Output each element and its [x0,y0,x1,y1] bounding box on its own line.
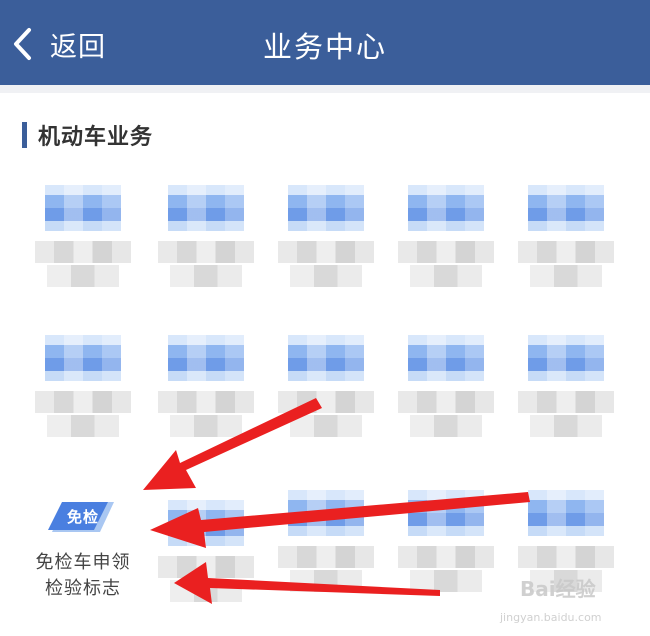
service-tile-blurred[interactable] [158,500,254,610]
service-label-blurred [410,265,482,287]
watermark-sub: jingyan.baidu.com [500,611,602,624]
section-accent-bar [22,122,27,148]
exempt-tile-label-line1: 免检车申领 [35,552,131,573]
service-label-blurred [398,546,494,568]
service-tile-blurred[interactable] [398,335,494,445]
service-label-blurred [170,580,242,602]
service-label-blurred [290,570,362,592]
service-label-blurred [158,556,254,578]
service-icon [408,490,484,536]
service-icon [408,335,484,381]
service-tile-blurred[interactable] [518,185,614,295]
watermark-main: Bai经验 [520,577,596,601]
service-icon [528,185,604,231]
watermark: Bai经验 jingyan.baidu.com [500,573,640,633]
service-label-blurred [170,415,242,437]
service-label-blurred [47,415,119,437]
service-label-blurred [518,241,614,263]
service-icon [168,185,244,231]
service-tile-blurred[interactable] [278,490,374,600]
service-icon [168,500,244,546]
service-icon [45,185,121,231]
service-label-blurred [278,546,374,568]
service-icon [45,335,121,381]
section-header: 机动车业务 [22,120,153,150]
service-icon [408,185,484,231]
service-icon [288,185,364,231]
service-tile-blurred[interactable] [518,335,614,445]
service-tile-blurred[interactable] [398,185,494,295]
top-navigation-bar: 返回 业务中心 [0,0,650,85]
service-label-blurred [158,391,254,413]
service-label-blurred [518,391,614,413]
section-title: 机动车业务 [38,125,154,150]
service-label-blurred [278,241,374,263]
exempt-tile-label-line2: 检验标志 [45,578,121,599]
service-label-blurred [35,241,131,263]
service-label-blurred [47,265,119,287]
service-icon [168,335,244,381]
service-tile-blurred[interactable] [35,335,131,445]
service-tile-blurred[interactable] [158,185,254,295]
exempt-badge-text: 免检 [66,508,99,526]
service-tile-blurred[interactable] [398,490,494,600]
service-icon [528,335,604,381]
service-icon [288,335,364,381]
service-label-blurred [290,265,362,287]
service-label-blurred [398,241,494,263]
service-icon [528,490,604,536]
service-label-blurred [410,570,482,592]
service-label-blurred [398,391,494,413]
service-tile-blurred[interactable] [158,335,254,445]
service-tile-blurred[interactable] [35,185,131,295]
service-label-blurred [410,415,482,437]
service-icon [288,490,364,536]
service-label-blurred [530,415,602,437]
service-tile-blurred[interactable] [278,335,374,445]
service-label-blurred [278,391,374,413]
exempt-inspection-tile[interactable]: 免检 免检车申领 检验标志 [28,500,138,600]
service-label-blurred [170,265,242,287]
header-divider [0,85,650,93]
service-label-blurred [158,241,254,263]
service-label-blurred [290,415,362,437]
service-label-blurred [530,265,602,287]
service-label-blurred [518,546,614,568]
service-tile-blurred[interactable] [278,185,374,295]
service-label-blurred [35,391,131,413]
page-title: 业务中心 [262,30,387,64]
